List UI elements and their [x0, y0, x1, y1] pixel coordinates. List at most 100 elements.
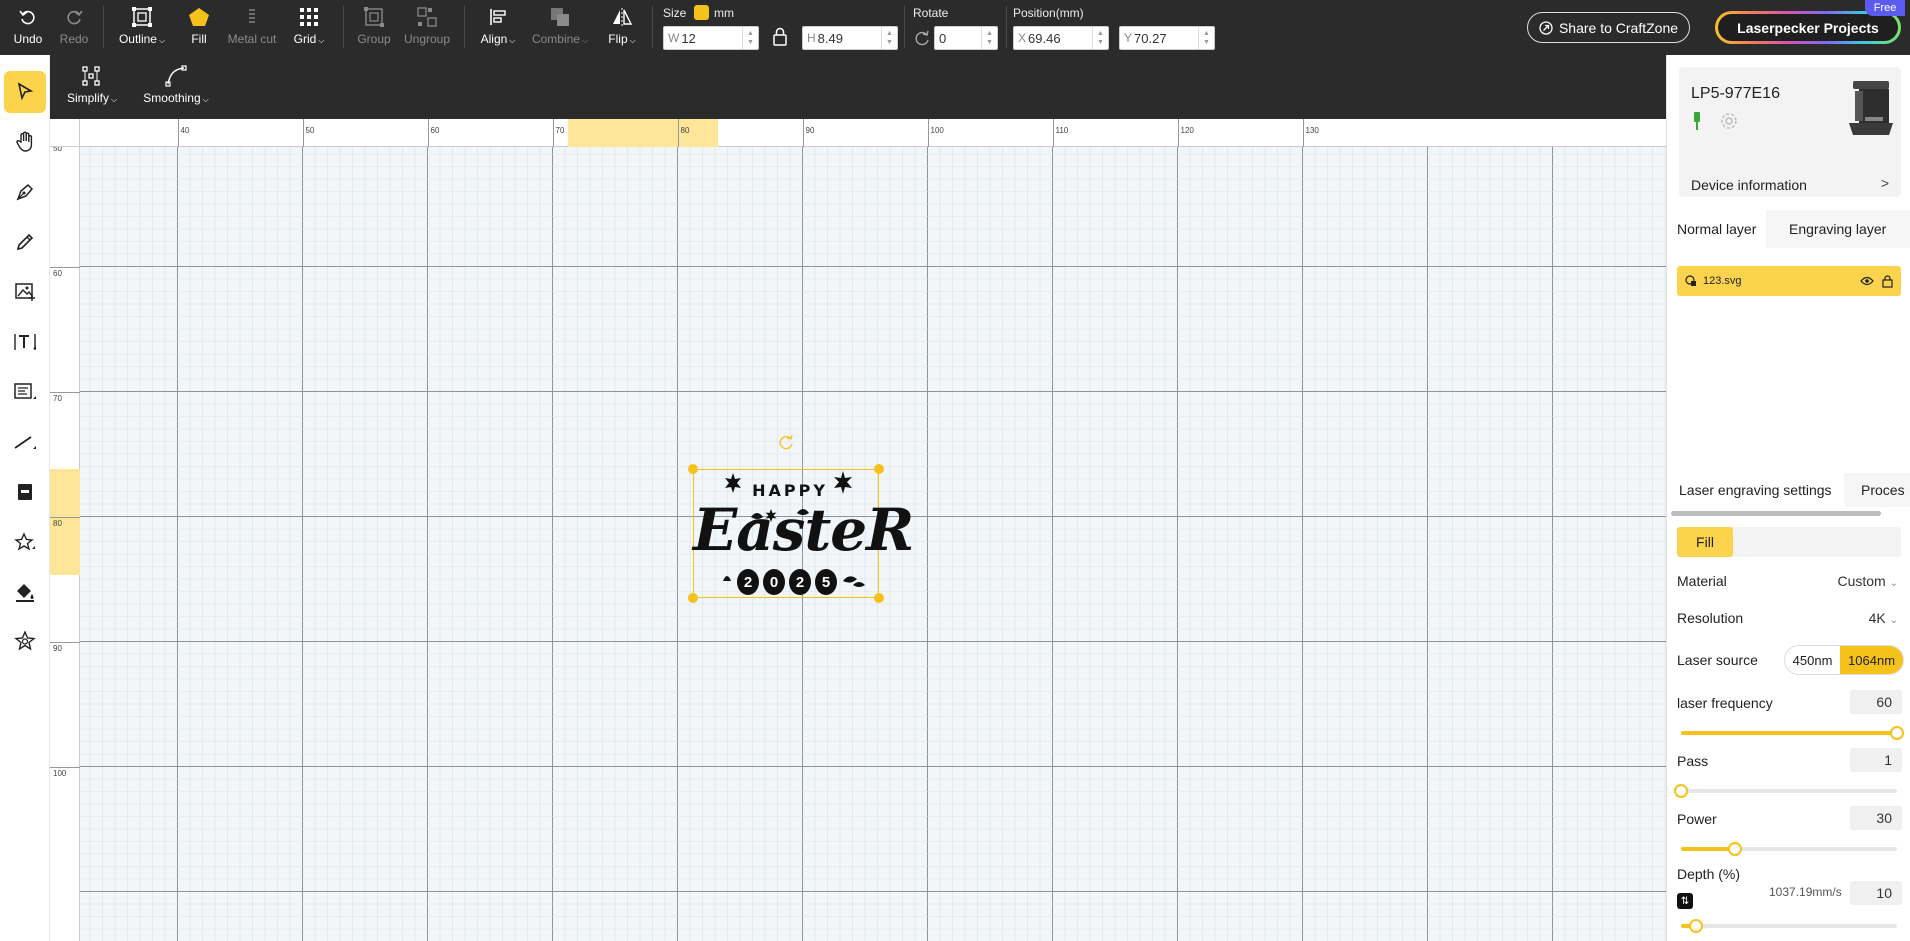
smoothing-icon — [165, 63, 187, 89]
hand-tool[interactable] — [4, 121, 46, 163]
ruler-tick — [50, 641, 80, 643]
pen-tool[interactable] — [4, 171, 46, 213]
sticker-tool[interactable] — [4, 621, 46, 663]
metal-cut-button[interactable]: Metal cut — [224, 4, 280, 50]
x-stepper[interactable]: ▲ ▼ — [1092, 27, 1108, 49]
shape-tool[interactable] — [4, 521, 46, 563]
grid-button[interactable]: Grid ⌵ — [289, 4, 329, 50]
fill-mode-button[interactable]: Fill — [1677, 527, 1733, 557]
laser-source-1064[interactable]: 1064nm — [1840, 646, 1903, 674]
year-digit: 2 — [737, 569, 759, 595]
rotate-handle-icon[interactable] — [776, 433, 796, 458]
layer-item[interactable]: 123.svg — [1677, 266, 1901, 296]
divider — [343, 6, 344, 48]
y-stepper[interactable]: ▲ ▼ — [1198, 27, 1214, 49]
ruler-tick-label: 90 — [53, 643, 62, 653]
y-value: 70.27 — [1134, 30, 1167, 46]
device-info-link[interactable]: Device information — [1691, 177, 1807, 193]
pencil-tool[interactable] — [4, 221, 46, 263]
redo-button[interactable]: Redo — [56, 4, 92, 50]
design-canvas[interactable]: 30405060708090100110120130 5060708090100 — [50, 119, 1666, 941]
size-lock-dot[interactable] — [694, 5, 709, 20]
bucket-tool[interactable] — [4, 571, 46, 613]
tab-engraving-layer[interactable]: Engraving layer — [1779, 210, 1896, 248]
fill-label: Fill — [191, 32, 207, 46]
tab-laser-engraving-settings[interactable]: Laser engraving settings — [1667, 473, 1844, 507]
ruler-tick-label: 120 — [1180, 126, 1194, 135]
height-input[interactable]: H 8.49 ▲ ▼ — [802, 26, 898, 50]
depth-input[interactable]: 10 — [1850, 881, 1902, 905]
smoothing-button[interactable]: Smoothing ⌵ — [138, 63, 214, 109]
text-tool[interactable] — [4, 321, 46, 363]
group-button[interactable]: Group — [354, 4, 394, 50]
outline-label: Outline — [118, 32, 157, 46]
x-prefix: X — [1018, 31, 1027, 45]
align-icon — [488, 4, 508, 30]
lock-icon[interactable] — [772, 27, 788, 52]
power-slider[interactable] — [1681, 842, 1897, 856]
ruler-tick — [677, 119, 679, 147]
layer-type-icon — [1685, 275, 1697, 287]
pass-slider[interactable] — [1674, 784, 1897, 798]
artwork-easter: EasteR — [693, 496, 914, 564]
y-position-input[interactable]: Y 70.27 ▲ ▼ — [1119, 26, 1215, 50]
horizontal-scrollbar[interactable] — [1671, 511, 1881, 516]
x-position-input[interactable]: X 69.46 ▲ ▼ — [1013, 26, 1109, 50]
material-select[interactable]: Custom ⌄ — [1837, 573, 1898, 589]
flip-button[interactable]: Flip ⌵ — [602, 4, 642, 50]
eye-icon[interactable] — [1860, 276, 1874, 286]
combine-icon — [549, 4, 571, 30]
frequency-slider-knob[interactable] — [1890, 726, 1904, 740]
stamp-tool[interactable] — [4, 471, 46, 513]
undo-button[interactable]: Undo — [10, 4, 46, 50]
depth-slider-knob[interactable] — [1689, 919, 1704, 933]
power-input[interactable]: 30 — [1850, 806, 1902, 830]
ruler-selection-highlight — [568, 119, 718, 147]
projects-label: Laserpecker Projects — [1737, 19, 1879, 36]
frequency-slider[interactable] — [1681, 726, 1904, 740]
height-stepper[interactable]: ▲ ▼ — [881, 27, 897, 49]
combine-button[interactable]: Combine ⌵ — [528, 4, 592, 50]
image-tool[interactable] — [4, 271, 46, 313]
year-digit: 5 — [815, 569, 837, 595]
depth-speed-toggle-icon[interactable]: ⇅ — [1677, 893, 1693, 909]
pass-slider-knob[interactable] — [1674, 784, 1688, 798]
rotate-input[interactable]: 0 ▲ ▼ — [934, 26, 998, 50]
share-craftzone-button[interactable]: Share to CraftZone — [1527, 12, 1690, 43]
tab-process[interactable]: Proces — [1849, 473, 1910, 507]
ruler-tick-label: 80 — [680, 126, 690, 135]
undo-label: Undo — [13, 32, 43, 46]
ruler-tick-label: 50 — [305, 126, 315, 135]
lock-icon[interactable] — [1882, 274, 1893, 288]
fill-button[interactable]: Fill — [184, 4, 214, 50]
ruler-tick-label: 70 — [53, 393, 62, 403]
line-tool[interactable] — [4, 421, 46, 463]
selected-artwork[interactable]: HAPPY EasteR 2 0 2 5 — [688, 434, 914, 603]
width-prefix: W — [668, 31, 680, 45]
divider — [103, 6, 104, 48]
depth-slider[interactable] — [1681, 919, 1897, 933]
ruler-tick-label: 90 — [805, 126, 815, 135]
ungroup-button[interactable]: Ungroup — [402, 4, 452, 50]
pass-input[interactable]: 1 — [1850, 748, 1902, 772]
align-button[interactable]: Align ⌵ — [476, 4, 520, 50]
outline-icon — [131, 4, 153, 30]
frequency-input[interactable]: 60 — [1850, 690, 1902, 714]
properties-panel: LP5-977E16 Device information > Normal l… — [1666, 55, 1910, 941]
rotate-stepper[interactable]: ▲ ▼ — [981, 27, 997, 49]
rotate-icon — [913, 29, 931, 52]
device-card[interactable]: LP5-977E16 Device information > — [1679, 67, 1901, 197]
frequency-slider-fill — [1681, 731, 1897, 735]
device-settings-icon[interactable] — [1719, 111, 1739, 136]
pencil-icon — [16, 233, 34, 251]
tab-normal-layer[interactable]: Normal layer — [1667, 210, 1767, 248]
simplify-button[interactable]: Simplify ⌵ — [64, 63, 120, 109]
width-input[interactable]: W 12 ▲ ▼ — [663, 26, 759, 50]
laser-source-450[interactable]: 450nm — [1785, 646, 1840, 674]
width-stepper[interactable]: ▲ ▼ — [742, 27, 758, 49]
select-tool[interactable] — [4, 71, 46, 113]
text-frame-tool[interactable] — [4, 371, 46, 413]
power-slider-knob[interactable] — [1728, 842, 1742, 856]
resolution-select[interactable]: 4K ⌄ — [1869, 610, 1898, 626]
outline-button[interactable]: Outline ⌵ — [116, 4, 168, 50]
